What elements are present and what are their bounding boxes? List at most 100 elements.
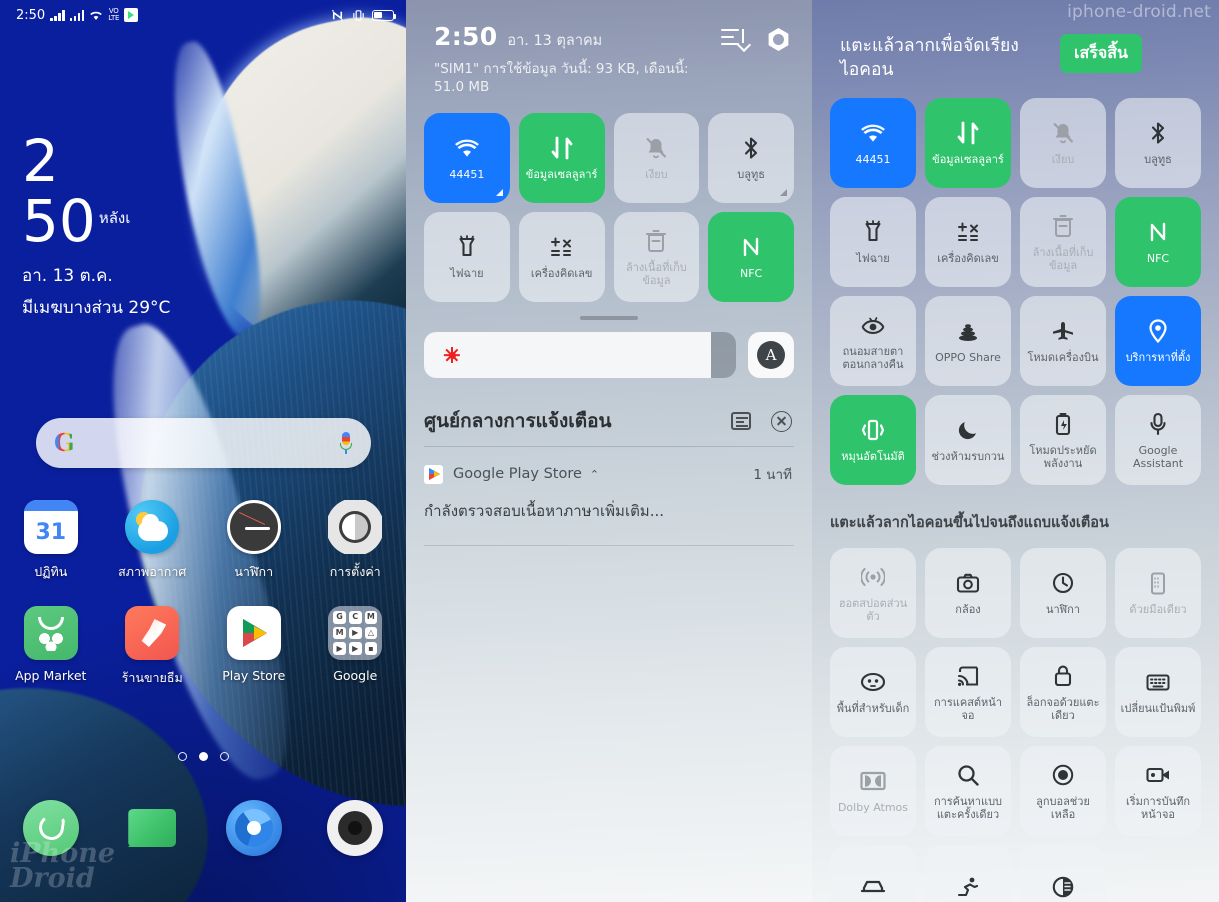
tile-expand-corner[interactable] xyxy=(780,189,787,196)
tile-assistive-ball[interactable]: ลูกบอลช่วยเหลือ xyxy=(1020,746,1106,836)
tile-do-not-disturb[interactable]: ช่วงห้ามรบกวน xyxy=(925,395,1011,485)
camera-icon xyxy=(327,800,384,856)
tile-silent[interactable]: เงียบ xyxy=(1020,98,1106,188)
tile-hotspot[interactable]: ฮอตสปอตส่วนตัว xyxy=(830,548,916,638)
vibrate-icon xyxy=(353,9,364,21)
tile-eye-care[interactable]: ถนอมสายตาตอนกลางคืน xyxy=(830,296,916,386)
tile-cellular-data[interactable]: ข้อมูลเซลลูลาร์ xyxy=(518,113,605,203)
tile-label: หมุนอัตโนมัติ xyxy=(841,450,905,463)
notification-item-header[interactable]: Google Play Store ⌃ 1 นาที xyxy=(406,447,812,485)
page-indicator[interactable] xyxy=(0,752,406,761)
assistive-ball-icon xyxy=(1052,762,1074,788)
status-bar-time: 2:50 xyxy=(16,7,46,23)
tile-oppo-share[interactable]: OPPO Share xyxy=(925,296,1011,386)
settings-gear-icon[interactable] xyxy=(768,28,789,51)
time-date-row: 2:50 อา. 13 ตุลาคม xyxy=(434,22,721,52)
tile-dolby-atmos[interactable]: Dolby Atmos xyxy=(830,746,916,836)
tile-clear-storage[interactable]: ล้างเนื้อที่เก็บข้อมูล xyxy=(1020,197,1106,287)
google-search-bar[interactable]: G xyxy=(36,418,371,468)
tile-battery-saver[interactable]: โหมดประหยัดพลังงาน xyxy=(1020,395,1106,485)
tile-one-tap-search[interactable]: การค้นหาแบบแตะครั้งเดียว xyxy=(925,746,1011,836)
page-dot-2-active[interactable] xyxy=(198,752,208,761)
auto-brightness-label: A xyxy=(757,341,785,369)
app-google-folder[interactable]: G C M M ▶ △ ▶ ▶ ▪ Google xyxy=(305,606,407,688)
screen-cast-icon xyxy=(957,663,980,689)
tile-calculator[interactable]: เครื่องคิดเลข xyxy=(518,212,605,302)
watermark-iphone-droid: iPhone Droid xyxy=(10,837,116,895)
clock-icon xyxy=(226,500,281,554)
microphone-icon[interactable] xyxy=(339,432,353,454)
tile-label: OPPO Share xyxy=(935,351,1001,364)
app-weather[interactable]: สภาพอากาศ xyxy=(102,500,204,582)
tile-label: NFC xyxy=(740,267,763,280)
tile-kids-space[interactable]: พื้นที่สำหรับเด็ก xyxy=(830,647,916,737)
tile-silent[interactable]: เงียบ xyxy=(613,113,700,203)
tile-one-hand-mode[interactable]: ด้วยมือเดียว xyxy=(1115,548,1201,638)
tile-location[interactable]: บริการหาที่ตั้ง xyxy=(1115,296,1201,386)
clock-date: อา. 13 ต.ค. xyxy=(22,266,113,286)
tile-flashlight[interactable]: ไฟฉาย xyxy=(830,197,916,287)
tile-flashlight[interactable]: ไฟฉาย xyxy=(424,212,510,302)
tile-bluetooth[interactable]: บลูทูธ xyxy=(708,113,794,203)
dock-item-browser[interactable] xyxy=(203,800,305,856)
brightness-slider[interactable] xyxy=(424,332,736,378)
wifi-icon xyxy=(90,11,102,20)
app-label: การตั้งค่า xyxy=(329,564,381,579)
page-dot-3[interactable] xyxy=(219,752,229,761)
tile-wifi[interactable]: 44451 xyxy=(424,113,510,203)
tile-data-saver[interactable] xyxy=(1020,845,1106,902)
tile-car-mode[interactable] xyxy=(830,845,916,902)
app-market-icon xyxy=(23,606,78,660)
done-button[interactable]: เสร็จสิ้น xyxy=(1060,34,1142,73)
battery-saver-icon xyxy=(1054,411,1072,437)
tile-bluetooth[interactable]: บลูทูธ xyxy=(1115,98,1201,188)
tile-screen-cast[interactable]: การแคสต์หน้าจอ xyxy=(925,647,1011,737)
notification-time: 1 นาที xyxy=(753,467,792,483)
tile-wifi[interactable]: 44451 xyxy=(830,98,916,188)
app-settings[interactable]: การตั้งค่า xyxy=(305,500,407,582)
bluetooth-icon xyxy=(742,135,760,161)
app-clock[interactable]: นาฬิกา xyxy=(203,500,305,582)
folder-app-8: ▶ xyxy=(348,642,362,655)
messages-icon xyxy=(124,800,180,856)
tile-clear-storage[interactable]: ล้างเนื้อที่เก็บข้อมูล xyxy=(613,212,700,302)
clock-widget[interactable]: 2 50 หลังเ อา. 13 ต.ค. มีเมฆบางส่วน 29°C xyxy=(0,30,406,321)
chevron-up-icon[interactable]: ⌃ xyxy=(590,468,599,481)
tile-keyboard[interactable]: เปลี่ยนแป้นพิมพ์ xyxy=(1115,647,1201,737)
app-label: Google xyxy=(333,668,378,683)
tile-clock[interactable]: นาฬิกา xyxy=(1020,548,1106,638)
active-tiles-grid: 44451 ข้อมูลเซลลูลาร์ เงียบ บลูทูธ ไฟฉาย… xyxy=(812,82,1219,485)
page-dot-1[interactable] xyxy=(177,752,187,761)
tile-label: 44451 xyxy=(449,168,485,181)
tile-expand-corner[interactable] xyxy=(495,189,503,196)
sort-edit-icon[interactable] xyxy=(721,28,745,48)
tile-nfc[interactable]: NFC xyxy=(708,212,794,302)
clear-all-icon[interactable] xyxy=(771,410,792,432)
cellular-data-icon xyxy=(551,135,573,161)
app-label: สภาพอากาศ xyxy=(118,564,187,579)
tile-label: เปลี่ยนแป้นพิมพ์ xyxy=(1120,702,1196,715)
auto-brightness-button[interactable]: A xyxy=(748,332,794,378)
dock-item-messages[interactable] xyxy=(102,800,204,856)
tile-camera[interactable]: กล้อง xyxy=(925,548,1011,638)
app-play-store[interactable]: Play Store xyxy=(203,606,305,688)
tile-calculator[interactable]: เครื่องคิดเลข xyxy=(925,197,1011,287)
clear-storage-icon xyxy=(646,228,667,254)
tile-cellular-data[interactable]: ข้อมูลเซลลูลาร์ xyxy=(925,98,1011,188)
tile-auto-rotate[interactable]: หมุนอัตโนมัติ xyxy=(830,395,916,485)
tile-screen-record[interactable]: เริ่มการบันทึกหน้าจอ xyxy=(1115,746,1201,836)
search-icon xyxy=(957,762,979,788)
app-app-market[interactable]: App Market xyxy=(0,606,102,688)
tile-lock-screen[interactable]: ล็อกจอด้วยแตะเดียว xyxy=(1020,647,1106,737)
wifi-icon xyxy=(861,120,885,146)
tile-riding-mode[interactable] xyxy=(925,845,1011,902)
battery-icon xyxy=(372,9,397,21)
tile-nfc[interactable]: NFC xyxy=(1115,197,1201,287)
dock-item-camera[interactable] xyxy=(305,800,407,856)
tile-airplane-mode[interactable]: โหมดเครื่องบิน xyxy=(1020,296,1106,386)
app-calendar[interactable]: 31 ปฏิทิน xyxy=(0,500,102,582)
app-theme-store[interactable]: ร้านขายธีม xyxy=(102,606,204,688)
tile-google-assistant[interactable]: Google Assistant xyxy=(1115,395,1201,485)
notification-settings-icon[interactable] xyxy=(731,412,751,430)
bluetooth-icon xyxy=(1149,120,1167,146)
